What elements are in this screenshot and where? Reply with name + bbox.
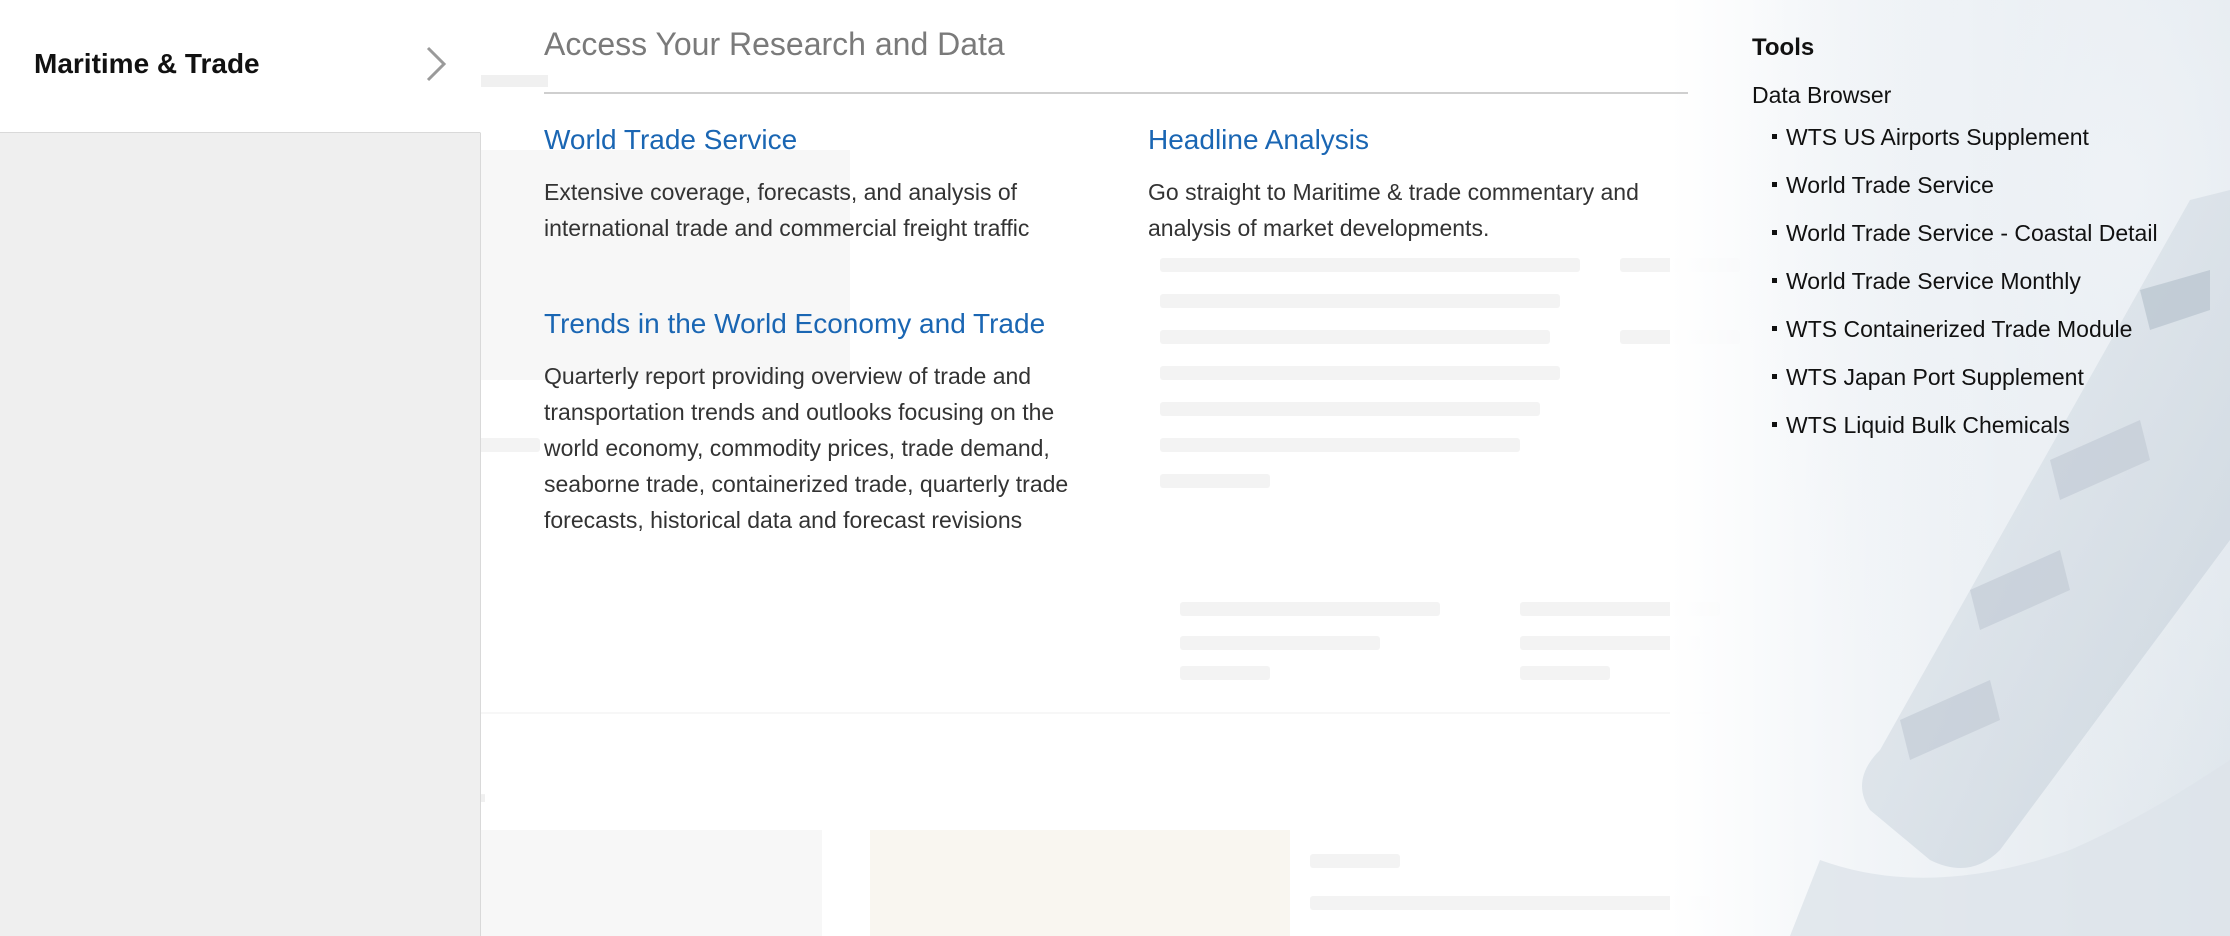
headline-analysis-link[interactable]: Headline Analysis [1148,124,1718,156]
background-text-line [1160,438,1520,452]
background-text-line [1160,294,1560,308]
tools-heading: Tools [1752,34,1815,61]
bullet-icon [1772,326,1777,331]
tool-link-label: WTS Liquid Bulk Chemicals [1786,412,2070,438]
background-text-line [1310,896,1710,910]
background-text-line [1160,258,1580,272]
tool-link-label: WTS Containerized Trade Module [1786,316,2133,342]
tool-link-label: WTS Japan Port Supplement [1786,364,2084,390]
tools-list: WTS US Airports Supplement World Trade S… [1752,119,2222,455]
item-description: Extensive coverage, forecasts, and analy… [544,179,1030,241]
background-text-line [1160,474,1270,488]
bullet-icon [1772,134,1777,139]
bullet-icon [1772,230,1777,235]
background-text-line [1160,366,1560,380]
tool-link-world-trade-service[interactable]: World Trade Service [1752,167,2222,215]
background-text-line [1180,636,1380,650]
tools-panel: Tools Data Browser WTS US Airports Suppl… [1752,34,2222,455]
tool-link-world-trade-service-coastal-detail[interactable]: World Trade Service - Coastal Detail [1752,215,2222,263]
tool-link-world-trade-service-monthly[interactable]: World Trade Service Monthly [1752,263,2222,311]
background-card [870,830,1290,936]
world-trade-service-link[interactable]: World Trade Service [544,124,1114,156]
item-description: Quarterly report providing overview of t… [544,363,1069,533]
background-text-line [1180,602,1440,616]
bullet-icon [1772,182,1777,187]
background-text-line [1160,330,1550,344]
bullet-icon [1772,422,1777,427]
tool-link-wts-liquid-bulk-chemicals[interactable]: WTS Liquid Bulk Chemicals [1752,407,2222,455]
background-divider [270,712,1710,714]
chevron-right-icon [426,46,447,82]
background-text-line [1160,402,1540,416]
trends-world-economy-link[interactable]: Trends in the World Economy and Trade [544,308,1114,340]
category-tab-maritime-trade[interactable]: Maritime & Trade [0,0,481,133]
background-text-line [1310,854,1400,868]
research-item: World Trade Service Extensive coverage, … [544,124,1114,246]
background-text-line [1180,666,1270,680]
tool-link-label: World Trade Service Monthly [1786,268,2081,294]
research-item: Headline Analysis Go straight to Maritim… [1148,124,1718,246]
tool-link-label: World Trade Service [1786,172,1994,198]
section-title: Access Your Research and Data [544,26,1005,62]
bullet-icon [1772,374,1777,379]
background-text-line [1520,666,1610,680]
title-divider [544,92,1688,94]
tool-link-wts-japan-port-supplement[interactable]: WTS Japan Port Supplement [1752,359,2222,407]
category-label: Maritime & Trade [34,48,260,79]
bullet-icon [1772,278,1777,283]
tool-link-label: World Trade Service - Coastal Detail [1786,220,2158,246]
tool-link-wts-us-airports-supplement[interactable]: WTS US Airports Supplement [1752,119,2222,167]
category-panel: Maritime & Trade [0,0,481,936]
data-browser-link[interactable]: Data Browser [1752,82,2222,109]
tool-link-label: WTS US Airports Supplement [1786,124,2089,150]
item-description: Go straight to Maritime & trade commenta… [1148,179,1639,241]
tool-link-wts-containerized-trade-module[interactable]: WTS Containerized Trade Module [1752,311,2222,359]
research-item: Trends in the World Economy and Trade Qu… [544,308,1114,538]
